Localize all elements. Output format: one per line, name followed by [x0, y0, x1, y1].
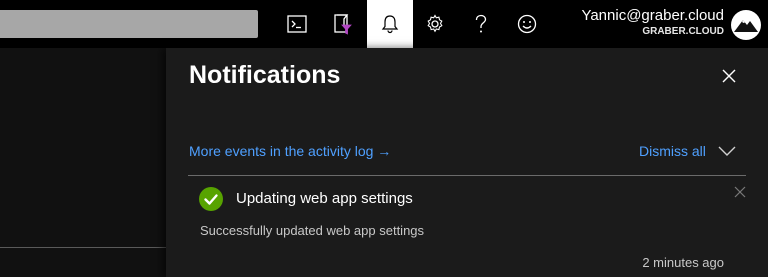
cloud-shell-icon: [287, 15, 307, 33]
notifications-panel: Notifications More events in the activit…: [166, 48, 768, 277]
help-icon: [474, 14, 488, 34]
close-panel-button[interactable]: [718, 65, 740, 87]
notifications-button[interactable]: [367, 0, 413, 48]
mountain-logo-icon: [734, 20, 758, 32]
avatar[interactable]: [731, 10, 761, 40]
settings-button[interactable]: [412, 0, 458, 48]
success-check-icon: [199, 187, 223, 211]
gear-icon: [425, 14, 445, 34]
smiley-feedback-icon: [517, 14, 537, 34]
dismiss-all-button[interactable]: Dismiss all: [639, 143, 706, 159]
divider: [0, 247, 166, 248]
close-icon[interactable]: [734, 186, 746, 198]
cloud-shell-button[interactable]: [274, 0, 320, 48]
notification-message: Successfully updated web app settings: [200, 223, 425, 238]
notification-title: Updating web app settings: [236, 190, 413, 207]
directory-filter-icon: [333, 13, 353, 35]
help-button[interactable]: [458, 0, 504, 48]
search-input[interactable]: [0, 10, 258, 38]
chevron-down-icon[interactable]: [717, 144, 737, 158]
background-pane: [0, 48, 166, 277]
directory-filter-button[interactable]: [320, 0, 366, 48]
feedback-button[interactable]: [504, 0, 550, 48]
panel-title: Notifications: [189, 61, 341, 89]
tenant-name: GRABER.CLOUD: [642, 26, 724, 37]
top-bar: Yannic@graber.cloud GRABER.CLOUD: [0, 0, 768, 48]
notification-item[interactable]: Updating web app settings Successfully u…: [188, 176, 746, 277]
user-email: Yannic@graber.cloud: [581, 7, 724, 24]
account-info[interactable]: Yannic@graber.cloud GRABER.CLOUD: [581, 8, 724, 37]
activity-log-link[interactable]: More events in the activity log →: [189, 143, 391, 159]
bell-icon: [381, 14, 399, 34]
notification-timestamp: 2 minutes ago: [642, 255, 724, 270]
close-icon: [722, 69, 736, 83]
